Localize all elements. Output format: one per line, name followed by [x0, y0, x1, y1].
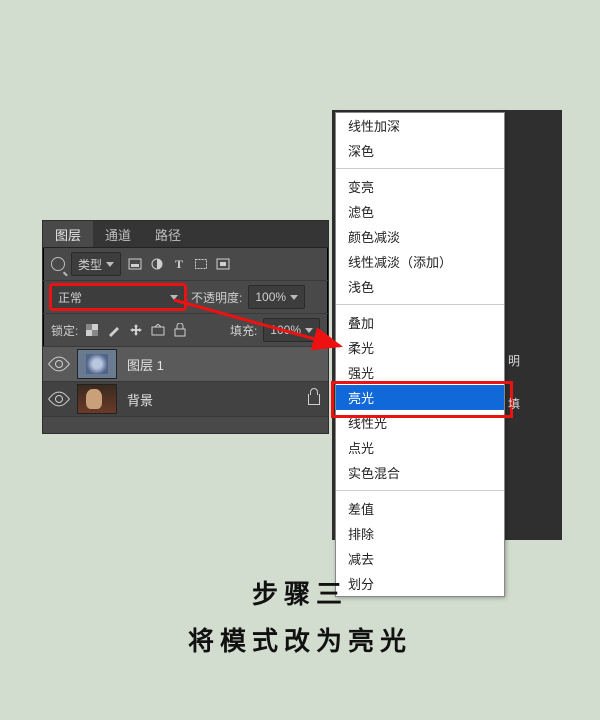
tab-paths[interactable]: 路径	[143, 221, 193, 247]
caption: 步骤三 将模式改为亮光	[0, 574, 600, 658]
lock-fill-row: 锁定: 填充: 100%	[43, 313, 328, 347]
menu-item[interactable]: 点光	[336, 435, 504, 460]
layer-name: 背景	[127, 390, 153, 409]
lock-label: 锁定:	[51, 322, 78, 339]
search-icon	[51, 257, 65, 271]
filter-row: 类型 T	[43, 248, 328, 281]
fill-dropdown[interactable]: 100%	[263, 318, 320, 342]
filter-pixel-icon[interactable]	[127, 257, 143, 271]
menu-item[interactable]: 颜色减淡	[336, 224, 504, 249]
menu-item[interactable]: 差值	[336, 496, 504, 521]
blend-mode-value: 正常	[58, 289, 82, 306]
menu-item[interactable]: 深色	[336, 138, 504, 163]
layer-list: 图层 1 背景	[43, 347, 328, 417]
tab-layers[interactable]: 图层	[43, 221, 93, 247]
filter-type-label: 类型	[78, 256, 102, 273]
fill-value: 100%	[270, 323, 301, 337]
menu-item[interactable]: 强光	[336, 360, 504, 385]
visibility-eye-icon[interactable]	[48, 353, 71, 376]
layer-thumbnail[interactable]	[77, 349, 117, 379]
chevron-down-icon	[305, 328, 313, 333]
menu-item[interactable]: 实色混合	[336, 460, 504, 485]
lock-trans-icon[interactable]	[84, 323, 100, 337]
filter-type-t-icon[interactable]: T	[171, 257, 187, 271]
opacity-dropdown[interactable]: 100%	[248, 285, 305, 309]
opacity-value: 100%	[255, 290, 286, 304]
filter-type-dropdown[interactable]: 类型	[71, 252, 121, 276]
lock-icon	[308, 394, 320, 405]
filter-shape-icon[interactable]	[193, 257, 209, 271]
tab-channels[interactable]: 通道	[93, 221, 143, 247]
layers-panel: 图层 通道 路径 类型 T 正常 不透明度: 100% 锁定: 填充:	[42, 220, 329, 434]
lock-move-icon[interactable]	[128, 323, 144, 337]
caption-line1: 步骤三	[0, 574, 600, 611]
blend-mode-menu: 线性加深深色变亮滤色颜色减淡线性减淡（添加）浅色叠加柔光强光亮光线性光点光实色混…	[335, 112, 505, 597]
panel-footer	[43, 417, 328, 433]
lock-all-icon[interactable]	[172, 323, 188, 337]
side-fill-hint: 填	[508, 395, 520, 412]
menu-item[interactable]: 线性减淡（添加）	[336, 249, 504, 274]
menu-separator	[336, 490, 504, 491]
layer-item[interactable]: 背景	[43, 382, 328, 417]
lock-nest-icon[interactable]	[150, 323, 166, 337]
filter-adjust-icon[interactable]	[149, 257, 165, 271]
menu-item[interactable]: 叠加	[336, 310, 504, 335]
menu-item[interactable]: 线性光	[336, 410, 504, 435]
side-opacity-hint: 明	[508, 352, 520, 369]
opacity-label: 不透明度:	[191, 289, 242, 306]
menu-item[interactable]: 滤色	[336, 199, 504, 224]
visibility-eye-icon[interactable]	[48, 388, 71, 411]
menu-item[interactable]: 柔光	[336, 335, 504, 360]
chevron-down-icon	[290, 295, 298, 300]
chevron-down-icon	[106, 262, 114, 267]
menu-item[interactable]: 线性加深	[336, 113, 504, 138]
fill-label: 填充:	[230, 322, 257, 339]
menu-item[interactable]: 浅色	[336, 274, 504, 299]
blend-mode-dropdown[interactable]: 正常	[51, 285, 185, 309]
menu-item[interactable]: 排除	[336, 521, 504, 546]
menu-separator	[336, 168, 504, 169]
layer-thumbnail[interactable]	[77, 384, 117, 414]
blend-opacity-row: 正常 不透明度: 100%	[43, 281, 328, 313]
layer-item[interactable]: 图层 1	[43, 347, 328, 382]
lock-brush-icon[interactable]	[106, 323, 122, 337]
menu-item[interactable]: 亮光	[336, 385, 504, 410]
menu-separator	[336, 304, 504, 305]
caption-line2: 将模式改为亮光	[0, 621, 600, 658]
menu-item[interactable]: 减去	[336, 546, 504, 571]
filter-smart-icon[interactable]	[215, 257, 231, 271]
layer-name: 图层 1	[127, 355, 164, 374]
panel-tabs: 图层 通道 路径	[43, 221, 328, 248]
menu-item[interactable]: 变亮	[336, 174, 504, 199]
chevron-down-icon	[170, 295, 178, 300]
